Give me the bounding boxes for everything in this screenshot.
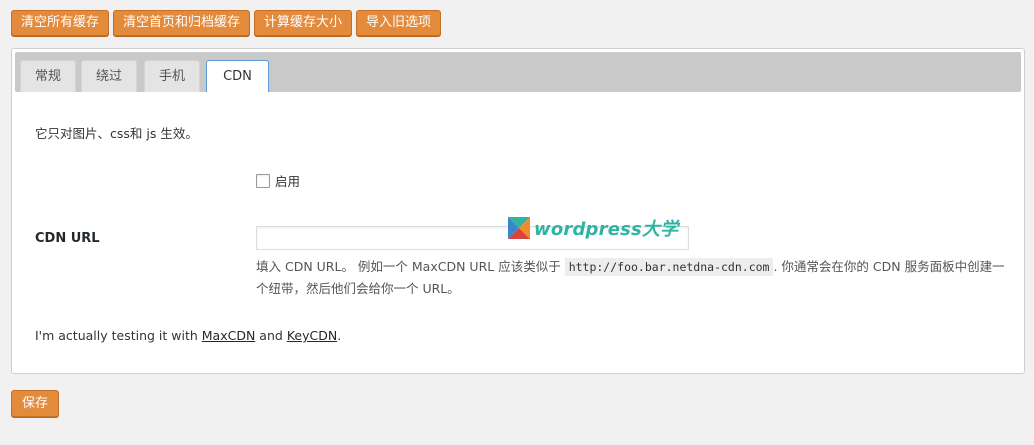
testing-prefix-text: I'm actually testing it with [35,328,198,343]
maxcdn-link[interactable]: MaxCDN [202,328,256,343]
testing-note: I'm actually testing it with MaxCDN and … [35,328,341,343]
testing-and-text: and [259,328,283,343]
tab-cdn[interactable]: CDN [206,60,269,92]
keycdn-link[interactable]: KeyCDN [287,328,337,343]
enable-cdn-checkbox[interactable] [256,173,270,188]
top-toolbar: 清空所有缓存 清空首页和归档缓存 计算缓存大小 导入旧选项 [11,10,442,36]
tab-bar: 常规 绕过 手机 CDN [15,52,1021,92]
import-old-options-button[interactable]: 导入旧选项 [356,10,442,36]
settings-panel: 常规 绕过 手机 CDN 它只对图片、css和 js 生效。 启用 CDN UR… [11,48,1025,374]
tab-bypass[interactable]: 绕过 [81,60,137,92]
testing-suffix-text: . [337,328,342,343]
tab-general[interactable]: 常规 [20,60,76,92]
help-prefix-text: 填入 CDN URL。 例如一个 MaxCDN URL 应该类似于 [256,259,561,274]
help-example-url: http://foo.bar.netdna-cdn.com [564,258,774,276]
calculate-cache-size-button[interactable]: 计算缓存大小 [254,10,353,36]
clear-home-archive-cache-button[interactable]: 清空首页和归档缓存 [113,10,251,36]
cdn-url-input[interactable] [256,226,689,250]
enable-cdn-row[interactable]: 启用 [256,171,300,190]
cdn-intro-text: 它只对图片、css和 js 生效。 [35,126,198,141]
cdn-url-help: 填入 CDN URL。 例如一个 MaxCDN URL 应该类似于 http:/… [256,256,1006,300]
enable-cdn-label: 启用 [275,174,301,189]
tab-mobile[interactable]: 手机 [144,60,200,92]
save-button[interactable]: 保存 [11,390,60,417]
clear-all-cache-button[interactable]: 清空所有缓存 [11,10,110,36]
cdn-url-label: CDN URL [35,231,100,246]
